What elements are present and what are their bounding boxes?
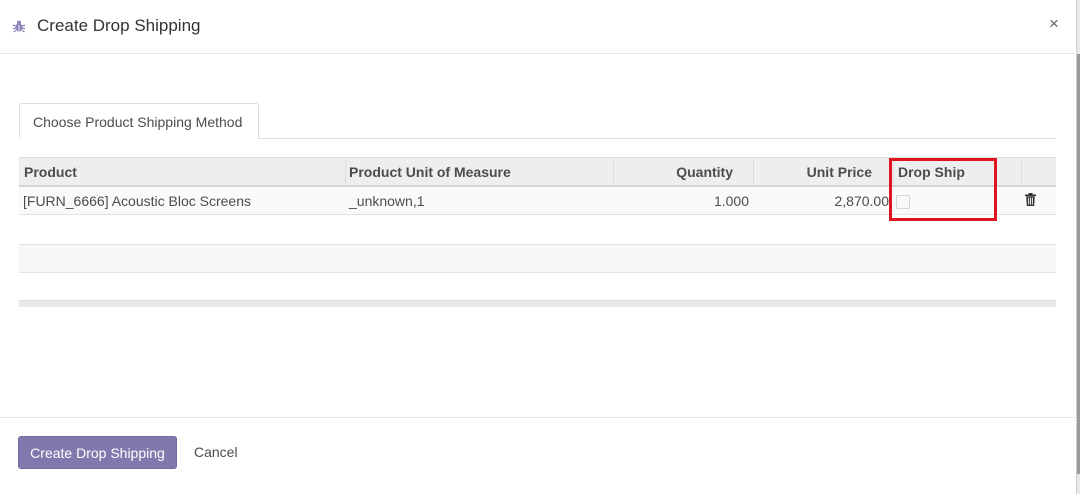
drop-ship-highlight-box [889,158,997,221]
dialog-header: Create Drop Shipping × [0,0,1077,54]
empty-row [19,245,1056,273]
tab-choose-product-shipping-method[interactable]: Choose Product Shipping Method [19,103,259,139]
column-header-uom[interactable]: Product Unit of Measure [349,158,614,186]
cancel-button[interactable]: Cancel [194,436,238,469]
empty-row [19,217,1056,245]
create-drop-shipping-button[interactable]: Create Drop Shipping [18,436,177,469]
cell-product[interactable]: [FURN_6666] Acoustic Bloc Screens [23,187,251,215]
empty-row [19,273,1056,301]
create-drop-shipping-dialog: Create Drop Shipping × Choose Product Sh… [0,0,1077,494]
dialog-title: Create Drop Shipping [37,16,201,35]
table-footer [19,300,1056,307]
column-header-quantity[interactable]: Quantity [614,158,754,186]
cell-uom[interactable]: _unknown,1 [349,187,425,215]
bug-icon [12,20,26,33]
column-header-product[interactable]: Product [24,158,346,186]
trash-icon[interactable] [1025,193,1036,206]
column-header-unit-price[interactable]: Unit Price [754,158,894,186]
cell-quantity[interactable]: 1.000 [614,187,749,215]
cell-unit-price[interactable]: 2,870.00 [754,187,890,215]
close-button[interactable]: × [1049,14,1059,34]
